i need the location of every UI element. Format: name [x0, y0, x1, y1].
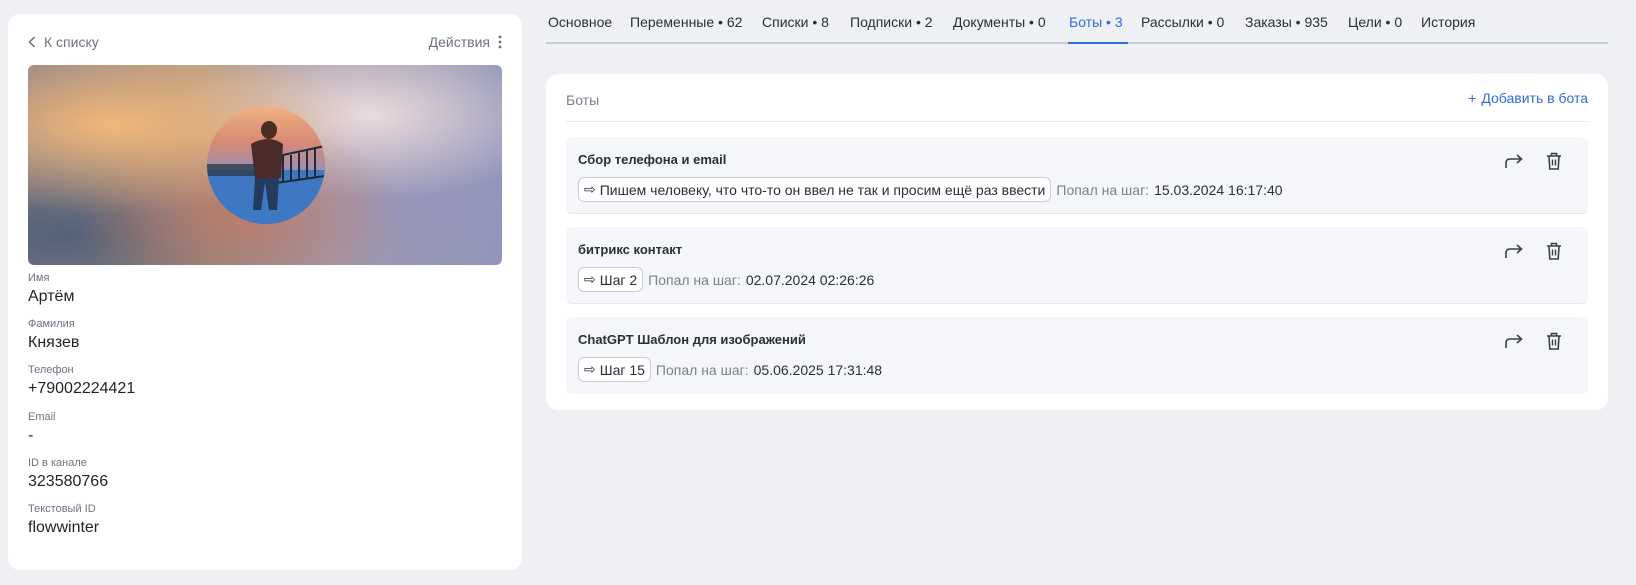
channel-id-label: ID в канале [28, 457, 87, 469]
bot-list-item: ChatGPT Шаблон для изображений ⇨ Шаг 15 … [566, 317, 1588, 394]
divider [566, 121, 1588, 122]
last-name-label: Фамилия [28, 318, 75, 330]
first-name-value: Артём [28, 288, 75, 305]
bot-step-info: ⇨ Пишем человеку, что что-то он ввел не … [578, 177, 1283, 202]
step-entered-date: 02.07.2024 02:26:26 [745, 271, 875, 288]
step-entered-date: 15.03.2024 16:17:40 [1154, 181, 1283, 198]
share-forward-icon[interactable] [1502, 329, 1526, 353]
tab-goals[interactable]: Цели • 0 [1348, 14, 1402, 30]
trash-icon[interactable] [1542, 149, 1566, 173]
phone-value: +79002224421 [28, 380, 136, 397]
step-entered-label: Попал на шаг: [1056, 181, 1150, 198]
plus-icon: + [1468, 90, 1477, 106]
share-forward-icon[interactable] [1502, 149, 1526, 173]
step-arrow-icon: ⇨ [584, 361, 596, 377]
tab-history[interactable]: История [1421, 14, 1475, 30]
channel-id-value: 323580766 [28, 473, 109, 490]
step-entered-date: 05.06.2025 17:31:48 [753, 361, 883, 378]
add-to-bot-button[interactable]: + Добавить в бота [1468, 90, 1588, 106]
tab-subscriptions[interactable]: Подписки • 2 [850, 14, 933, 30]
bot-name: битрикс контакт [578, 242, 683, 257]
back-to-list-label: К списку [44, 34, 99, 50]
trash-icon[interactable] [1542, 329, 1566, 353]
step-entered-label: Попал на шаг: [655, 361, 749, 378]
avatar [207, 106, 325, 224]
profile-cover-image [28, 65, 502, 265]
trash-icon[interactable] [1542, 239, 1566, 263]
bot-step-name: Пишем человеку, что что-то он ввел не та… [599, 181, 1046, 198]
bot-step-chip[interactable]: ⇨ Шаг 15 [578, 357, 651, 382]
actions-menu-button[interactable]: Действия [429, 34, 502, 50]
profile-card: К списку Действия Имя Артём Фамилия Княз… [8, 14, 522, 570]
tab-mailings[interactable]: Рассылки • 0 [1141, 14, 1224, 30]
profile-card-header: К списку Действия [28, 30, 502, 54]
contact-tabs: Основное Переменные • 62 Списки • 8 Подп… [546, 0, 1608, 44]
bot-name: ChatGPT Шаблон для изображений [578, 332, 806, 347]
step-arrow-icon: ⇨ [584, 271, 596, 287]
email-value: - [28, 427, 34, 444]
bot-step-info: ⇨ Шаг 15 Попал на шаг: 05.06.2025 17:31:… [578, 357, 882, 382]
bot-step-name: Шаг 2 [599, 271, 638, 288]
first-name-label: Имя [28, 272, 50, 284]
bot-name: Сбор телефона и email [578, 152, 727, 167]
chevron-left-icon [28, 36, 36, 48]
step-entered-label: Попал на шаг: [648, 271, 741, 288]
tab-documents[interactable]: Документы • 0 [953, 14, 1046, 30]
bots-panel-title: Боты [566, 92, 600, 108]
text-id-value: flowwinter [28, 519, 100, 536]
bot-step-info: ⇨ Шаг 2 Попал на шаг: 02.07.2024 02:26:2… [578, 267, 874, 292]
email-label: Email [28, 411, 56, 423]
phone-label: Телефон [28, 364, 74, 376]
more-vertical-icon [498, 35, 502, 49]
text-id-label: Текстовый ID [28, 503, 96, 515]
add-to-bot-label: Добавить в бота [1481, 90, 1588, 106]
bot-list-item: битрикс контакт ⇨ Шаг 2 Попал на шаг: 02… [566, 227, 1588, 304]
bot-step-chip[interactable]: ⇨ Шаг 2 [578, 267, 644, 292]
tab-main[interactable]: Основное [548, 14, 612, 30]
bots-panel: Боты + Добавить в бота Сбор телефона и e… [546, 74, 1608, 410]
tab-lists[interactable]: Списки • 8 [762, 14, 829, 30]
active-tab-indicator [1068, 42, 1128, 44]
share-forward-icon[interactable] [1502, 239, 1526, 263]
bot-step-name: Шаг 15 [599, 361, 645, 378]
tab-variables[interactable]: Переменные • 62 [630, 14, 742, 30]
tab-bots[interactable]: Боты • 3 [1069, 14, 1123, 30]
actions-label: Действия [428, 34, 490, 50]
step-arrow-icon: ⇨ [584, 181, 596, 197]
bot-list-item: Сбор телефона и email ⇨ Пишем человеку, … [566, 137, 1588, 214]
last-name-value: Князев [28, 334, 80, 351]
tab-orders[interactable]: Заказы • 935 [1245, 14, 1328, 30]
back-to-list-link[interactable]: К списку [28, 34, 99, 50]
bot-step-chip[interactable]: ⇨ Пишем человеку, что что-то он ввел не … [578, 177, 1052, 202]
